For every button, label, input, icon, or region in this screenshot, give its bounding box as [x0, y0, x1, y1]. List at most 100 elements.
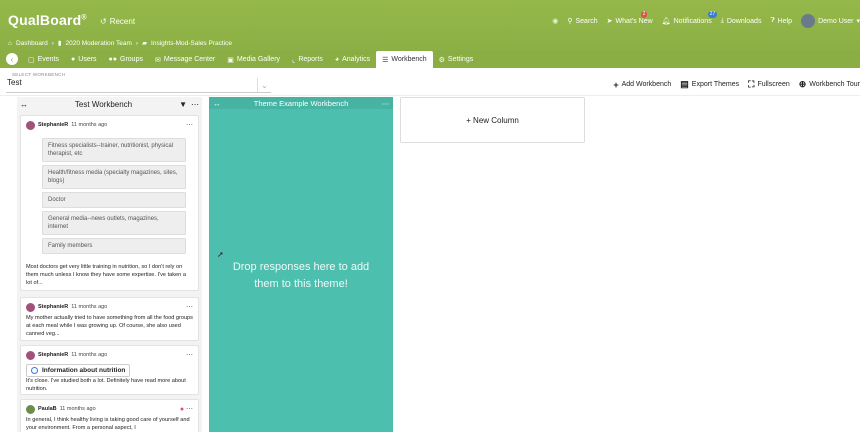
- workbench-tour-button[interactable]: ⊕ Workbench Tour: [799, 79, 860, 90]
- theme-column[interactable]: ↔ Theme Example Workbench ⋯ Drop respons…: [209, 97, 393, 432]
- calendar-icon: ▢: [28, 56, 35, 64]
- home-icon: ⌂: [8, 39, 12, 47]
- timestamp: 11 months ago: [71, 122, 108, 128]
- search-button[interactable]: ⚲ Search: [567, 17, 597, 26]
- collapse-icon[interactable]: ↔: [213, 99, 221, 108]
- response-card[interactable]: StephanieR 11 months ago ⋯ Information a…: [20, 345, 199, 395]
- avatar: [26, 302, 35, 312]
- mouse-cursor-icon: ➚: [217, 250, 224, 259]
- breadcrumb-dashboard[interactable]: Dashboard: [16, 40, 48, 47]
- tab-bar: ‹ ▢ Events ● Users ●● Groups ✉ Message Cente…: [0, 50, 860, 68]
- help-icon: ❓︎: [770, 17, 775, 24]
- downloads-button[interactable]: ⤓ Downloads: [721, 17, 762, 25]
- response-card[interactable]: StephanieR 11 months ago ⋯ My mother act…: [20, 297, 199, 341]
- book-icon: ▮: [57, 40, 62, 47]
- tab-groups[interactable]: ●● Groups: [103, 51, 149, 68]
- question-chip: Information about nutrition: [26, 364, 131, 377]
- column-title[interactable]: Test Workbench: [28, 100, 179, 109]
- circle-icon: [31, 367, 38, 374]
- tab-settings[interactable]: ⚙ Settings: [433, 51, 480, 68]
- response-option: Family members: [42, 238, 186, 254]
- response-card[interactable]: StephanieR 11 months ago ⋯ Fitness speci…: [20, 115, 199, 291]
- chart-icon: ⌞: [292, 56, 296, 64]
- response-text: My mother actually tried to have somethi…: [26, 315, 193, 337]
- download-icon: ⤓: [720, 17, 724, 24]
- chevron-down-icon[interactable]: ⌄: [257, 78, 271, 92]
- pie-icon: ◕: [334, 56, 340, 63]
- tab-workbench[interactable]: ☰ Workbench: [376, 51, 433, 68]
- avatar: [26, 350, 35, 360]
- more-options-icon[interactable]: ⋯: [382, 99, 390, 108]
- author-name[interactable]: PaulaB: [38, 406, 57, 412]
- response-option: General media--news outlets, magazines, …: [42, 211, 186, 235]
- chevron-down-icon: ▾: [856, 18, 860, 25]
- author-name[interactable]: StephanieR: [38, 304, 68, 310]
- author-name[interactable]: StephanieR: [38, 122, 68, 128]
- avatar: [26, 120, 35, 130]
- logo[interactable]: QualBoard®: [8, 12, 87, 28]
- user-menu[interactable]: Demo User ▾: [801, 14, 860, 28]
- breadcrumb-separator-icon: ›: [51, 39, 54, 47]
- response-option: Fitness specialists--trainer, nutritioni…: [42, 138, 186, 162]
- more-options-icon[interactable]: ⋯: [186, 351, 193, 359]
- breadcrumb-team[interactable]: 2020 Moderation Team: [66, 40, 132, 47]
- life-ring-icon: ⊕: [798, 79, 807, 89]
- plus-icon: +: [613, 79, 619, 90]
- tab-message-center[interactable]: ✉ Message Center: [149, 51, 221, 68]
- app-window: QualBoard® ↺ Recent ◉ ⚲ Search ➤ What's N…: [0, 0, 860, 432]
- collapse-icon[interactable]: ↔: [20, 100, 28, 109]
- top-nav: ◉ ⚲ Search ➤ What's New 2 🔔︎ Notification…: [552, 11, 860, 28]
- back-icon[interactable]: ‹: [6, 53, 18, 65]
- user-avatar: [801, 14, 816, 28]
- avatar: [26, 404, 35, 414]
- select-workbench-label: SELECT WORKBENCH: [12, 72, 66, 77]
- response-option: Doctor: [42, 192, 186, 208]
- author-name[interactable]: StephanieR: [38, 352, 68, 358]
- timestamp: 11 months ago: [71, 304, 108, 310]
- toolbar-actions: + Add Workbench ▤ Export Themes ⛶ Fullscree…: [613, 79, 860, 90]
- breadcrumb: ⌂ Dashboard › ▮ 2020 Moderation Team › ▰…: [8, 39, 232, 48]
- notifications-button[interactable]: 🔔︎ Notifications 27: [662, 11, 718, 25]
- more-options-icon[interactable]: ● ⋯: [180, 405, 193, 413]
- folder-icon: ▰: [142, 40, 148, 47]
- response-card[interactable]: PaulaB 11 months ago ● ⋯ In general, I t…: [20, 399, 199, 432]
- whats-new-button[interactable]: ➤ What's New 2: [607, 11, 653, 25]
- media-icon: ▣: [227, 56, 234, 64]
- breadcrumb-project[interactable]: Insights-Mod-Sales Practice: [151, 40, 232, 47]
- tab-reports[interactable]: ⌞ Reports: [286, 51, 329, 68]
- workbench-column: ↔ Test Workbench ▼ ⋯ StephanieR 11 month…: [17, 97, 202, 432]
- gear-icon: ⚙: [438, 56, 445, 64]
- user-icon: ●: [71, 56, 76, 63]
- more-options-icon[interactable]: ⋯: [191, 100, 199, 109]
- file-icon: ▤: [680, 79, 689, 89]
- tab-events[interactable]: ▢ Events: [22, 51, 65, 68]
- workbench-select[interactable]: Test ⌄: [6, 78, 271, 93]
- response-text: It's close. I've studied both a lot. Def…: [26, 378, 186, 392]
- new-column-button[interactable]: + New Column: [400, 97, 585, 143]
- filter-icon[interactable]: ▼: [179, 100, 187, 109]
- envelope-icon: ✉: [154, 56, 161, 64]
- timestamp: 11 months ago: [71, 352, 108, 358]
- search-icon: ⚲: [567, 18, 573, 25]
- column-title[interactable]: Theme Example Workbench: [221, 99, 382, 108]
- fullscreen-button[interactable]: ⛶ Fullscreen: [748, 79, 790, 90]
- history-icon: ↺: [100, 17, 107, 26]
- response-text: Most doctors get very little training in…: [26, 264, 186, 286]
- tab-media-gallery[interactable]: ▣ Media Gallery: [221, 51, 286, 68]
- column-header: ↔ Test Workbench ▼ ⋯: [17, 97, 202, 112]
- more-options-icon[interactable]: ⋯: [186, 121, 193, 129]
- breadcrumb-separator-icon: ›: [135, 39, 139, 47]
- notifications-badge: 27: [707, 11, 718, 18]
- response-text: In general, I think healthy living is ta…: [26, 417, 190, 431]
- status-icon: ◉: [552, 18, 559, 25]
- workbench-toolbar: SELECT WORKBENCH Test ⌄ + Add Workbench ▤…: [0, 68, 860, 96]
- export-themes-button[interactable]: ▤ Export Themes: [680, 79, 739, 90]
- tab-users[interactable]: ● Users: [65, 51, 103, 68]
- tab-analytics[interactable]: ◕ Analytics: [329, 51, 376, 68]
- workbench-icon: ☰: [382, 56, 389, 64]
- add-workbench-button[interactable]: + Add Workbench: [613, 79, 671, 90]
- more-options-icon[interactable]: ⋯: [186, 303, 193, 311]
- recent-button[interactable]: ↺ Recent: [100, 17, 135, 26]
- help-button[interactable]: ❓︎ Help: [770, 17, 792, 25]
- timestamp: 11 months ago: [59, 406, 96, 412]
